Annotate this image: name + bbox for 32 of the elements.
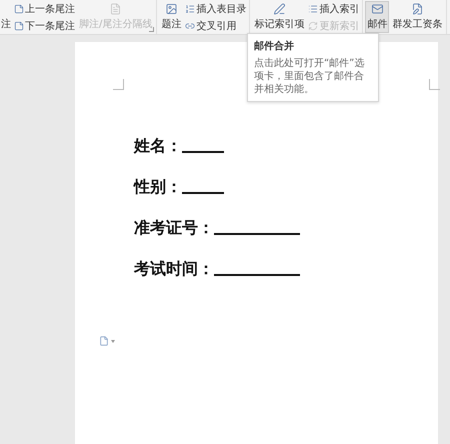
caret-icon[interactable]	[111, 340, 115, 342]
link-icon	[185, 20, 196, 30]
note-icon	[14, 4, 24, 14]
toolbar-button[interactable]: 插入表目录	[184, 2, 248, 16]
tooltip-title: 邮件合并	[254, 39, 295, 53]
toolbar-button[interactable]: 群发工资条	[390, 1, 444, 33]
fill-in-line	[182, 190, 224, 194]
corner-mark	[113, 79, 124, 90]
toolbar-button[interactable]: 上一条尾注	[13, 2, 76, 16]
refresh-icon	[308, 20, 318, 30]
image-icon	[164, 3, 179, 15]
list-icon	[308, 4, 318, 14]
corner-mark	[429, 79, 440, 90]
dialog-launcher-icon[interactable]	[149, 27, 154, 32]
document-icon[interactable]	[99, 336, 109, 346]
pen-icon	[272, 3, 287, 15]
field-label: 准考证号：	[134, 218, 214, 239]
toolbar-button[interactable]: 插入索引	[307, 2, 360, 16]
mail-icon	[370, 3, 385, 15]
list-icon	[185, 4, 196, 14]
field-label: 考试时间：	[134, 259, 214, 280]
toolbar-button[interactable]: 邮件	[365, 1, 390, 33]
field-label: 姓名：	[134, 136, 182, 157]
toolbar-button[interactable]: 下一条尾注	[13, 18, 76, 32]
fill-in-line	[182, 149, 224, 153]
note-icon	[14, 20, 24, 30]
tooltip-text: 点击此处可打开“邮件”选项卡，里面包含了邮件合并相关功能。	[254, 57, 366, 96]
toolbar-button[interactable]: 题注	[159, 1, 184, 33]
toolbar-button[interactable]: 交叉引用	[184, 18, 248, 32]
field-label: 性别：	[134, 177, 182, 198]
toolbar-label[interactable]: 注	[0, 17, 11, 31]
toolbar-button[interactable]: 标记索引项	[252, 1, 306, 33]
